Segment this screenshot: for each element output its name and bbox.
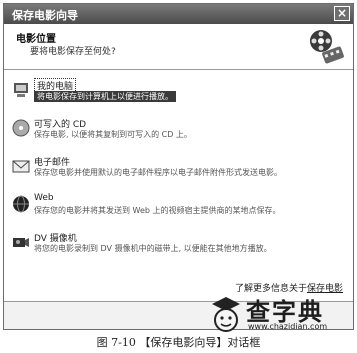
watermark-url: www.chazidian.com [248, 322, 328, 331]
web-globe-icon [13, 195, 29, 213]
mascot-logo-icon [212, 297, 240, 332]
close-button[interactable]: × [334, 6, 350, 21]
title-bar[interactable]: 保存电影向导 × [4, 4, 353, 24]
option-description: 保存您电影并使用默认的电子邮件程序以电子邮件附件形式发送电影。 [34, 168, 282, 177]
option-dv-camera[interactable]: DV 摄像机 将您的电影录制到 DV 摄像机中的磁带上, 以便能在其他地方播放。 [12, 231, 342, 265]
save-movie-wizard-dialog: 保存电影向导 × 电影位置 要将电影保存至何处? 我的电脑 将电影保存到计算机上… [3, 3, 354, 330]
page-title: 电影位置 [16, 34, 56, 45]
computer-icon [14, 83, 28, 97]
option-label: Web [34, 193, 54, 203]
page-subtitle: 要将电影保存至何处? [30, 47, 116, 57]
option-description: 将电影保存到计算机上以便进行播放。 [34, 91, 176, 102]
option-writable-cd[interactable]: 可写入的 CD 保存电影, 以便将其复制到可写入的 CD 上。 [12, 117, 342, 151]
option-web[interactable]: Web 保存您的电影并将其发送到 Web 上的视频宿主提供商的某地点保存。 [12, 193, 342, 227]
watermark: 查字典 www.chazidian.com [208, 292, 354, 350]
film-reel-icon [310, 30, 344, 64]
close-icon: × [336, 6, 348, 20]
wizard-header: 电影位置 要将电影保存至何处? [4, 24, 353, 70]
window-title: 保存电影向导 [12, 9, 78, 22]
destination-options: 我的电脑 将电影保存到计算机上以便进行播放。 可写入的 CD 保存电影, 以便将… [4, 71, 353, 301]
option-description: 保存电影, 以便将其复制到可写入的 CD 上。 [34, 130, 192, 139]
option-email[interactable]: 电子邮件 保存您电影并使用默认的电子邮件程序以电子邮件附件形式发送电影。 [12, 155, 342, 189]
email-icon [12, 160, 30, 173]
option-description: 保存您的电影并将其发送到 Web 上的视频宿主提供商的某地点保存。 [34, 206, 281, 215]
option-my-computer[interactable]: 我的电脑 将电影保存到计算机上以便进行播放。 [12, 78, 342, 113]
dv-camera-icon [13, 238, 29, 247]
cd-icon [12, 119, 30, 137]
option-description: 将您的电影录制到 DV 摄像机中的磁带上, 以便能在其他地方播放。 [34, 244, 272, 253]
